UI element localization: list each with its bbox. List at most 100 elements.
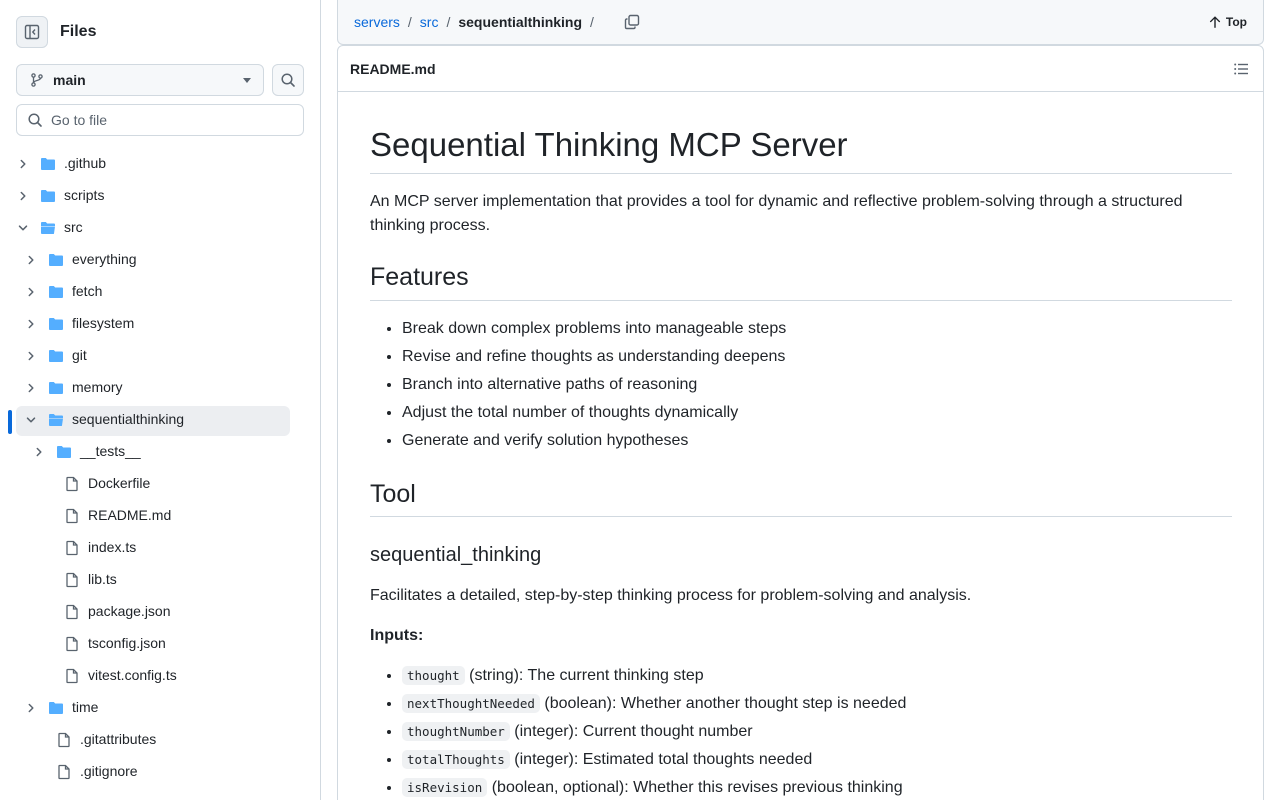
feature-item: Generate and verify solution hypotheses [402,429,1232,453]
chevron-right-icon[interactable] [32,445,46,459]
file-tree-sidebar: Files main .githubscriptssrceverythi [0,0,321,800]
tree-folder-item[interactable]: scripts [0,180,320,212]
folder-icon [48,252,64,268]
breadcrumb: servers / src / sequentialthinking / [354,14,602,30]
tree-folder-item[interactable]: memory [0,372,320,404]
tree-folder-item[interactable]: sequentialthinking [0,404,320,436]
breadcrumb-link-servers[interactable]: servers [354,14,400,30]
chevron-right-icon[interactable] [24,381,38,395]
input-item: thoughtNumber (integer): Current thought… [402,720,1232,744]
tree-item-label: filesystem [72,315,135,331]
input-item: totalThoughts (integer): Estimated total… [402,748,1232,772]
folder-icon [48,700,64,716]
breadcrumb-separator: / [590,14,594,30]
tree-folder-item[interactable]: .github [0,148,320,180]
tree-folder-item[interactable]: git [0,340,320,372]
chevron-right-icon[interactable] [16,157,30,171]
tree-file-item[interactable]: README.md [0,500,320,532]
input-code: totalThoughts [402,749,510,769]
path-header: servers / src / sequentialthinking / Top [337,0,1264,45]
tool-name-heading: sequential_thinking [370,543,542,566]
file-icon [64,604,80,620]
input-desc: (boolean): Whether another thought step … [539,694,907,712]
tree-folder-item[interactable]: fetch [0,276,320,308]
feature-item: Branch into alternative paths of reasoni… [402,373,1232,397]
chevron-down-icon[interactable] [24,413,38,427]
input-desc: (integer): Current thought number [509,722,753,740]
tree-folder-item[interactable]: src [0,212,320,244]
file-icon [56,764,72,780]
file-icon [56,732,72,748]
file-icon [64,668,80,684]
list-unordered-icon [1234,63,1248,74]
folder-icon [48,316,64,332]
input-code: isRevision [402,777,488,797]
tree-folder-item[interactable]: time [0,692,320,724]
tree-file-item[interactable]: lib.ts [0,564,320,596]
tree-item-label: sequentialthinking [72,411,185,427]
tree-item-label: git [72,347,87,363]
tree-file-item[interactable]: .gitignore [0,756,320,788]
branch-selector-button[interactable]: main [16,64,264,96]
file-tree: .github scripts src everything fetch filesyst… [0,148,320,788]
chevron-right-icon[interactable] [24,285,38,299]
input-code: nextThoughtNeeded [402,693,540,713]
tree-file-item[interactable]: vitest.config.ts [0,660,320,692]
tree-folder-item[interactable]: filesystem [0,308,320,340]
readme-intro: An MCP server implementation that provid… [370,193,1183,235]
copy-path-button[interactable] [622,12,642,32]
folder-open-icon [48,412,64,428]
inputs-list: thought (string): The current thinking s… [402,664,1232,800]
tree-item-label: tsconfig.json [88,635,166,651]
tree-item-label: README.md [88,507,172,523]
breadcrumb-current: sequentialthinking [458,14,583,30]
input-code: thoughtNumber [402,721,510,741]
readme-title: Sequential Thinking MCP Server [370,124,1232,175]
folder-icon [48,348,64,364]
input-item: nextThoughtNeeded (boolean): Whether ano… [402,692,1232,716]
chevron-right-icon[interactable] [16,189,30,203]
file-icon [64,572,80,588]
input-item: isRevision (boolean, optional): Whether … [402,776,1232,800]
tree-folder-item[interactable]: __tests__ [0,436,320,468]
features-heading: Features [370,262,1232,301]
tree-item-label: index.ts [88,539,137,555]
input-desc: (boolean, optional): Whether this revise… [487,778,903,796]
tree-file-item[interactable]: .gitattributes [0,724,320,756]
top-button-label: Top [1225,15,1247,29]
folder-icon [48,284,64,300]
go-to-file-field[interactable] [16,104,304,136]
branch-row: main [16,64,304,96]
main-content: servers / src / sequentialthinking / Top… [321,0,1280,800]
tree-file-item[interactable]: package.json [0,596,320,628]
input-item: thought (string): The current thinking s… [402,664,1232,688]
folder-icon [48,380,64,396]
tree-file-item[interactable]: index.ts [0,532,320,564]
tree-item-label: src [64,219,83,235]
chevron-down-icon[interactable] [16,221,30,235]
breadcrumb-link-src[interactable]: src [420,14,439,30]
arrow-up-icon [1209,16,1220,28]
outline-button[interactable] [1231,59,1251,79]
file-icon [64,636,80,652]
folder-icon [40,156,56,172]
breadcrumb-separator: / [407,14,412,30]
top-button[interactable]: Top [1208,15,1247,29]
folder-open-icon [40,220,56,236]
collapse-sidebar-button[interactable] [16,16,48,48]
tree-folder-item[interactable]: everything [0,244,320,276]
input-desc: (string): The current thinking step [464,666,704,684]
tree-file-item[interactable]: tsconfig.json [0,628,320,660]
input-desc: (integer): Estimated total thoughts need… [509,750,813,768]
tree-file-item[interactable]: Dockerfile [0,468,320,500]
search-button[interactable] [272,64,304,96]
go-to-file-input[interactable] [51,112,291,128]
features-list: Break down complex problems into managea… [402,317,1232,453]
chevron-right-icon[interactable] [24,317,38,331]
chevron-right-icon[interactable] [24,253,38,267]
chevron-right-icon[interactable] [24,701,38,715]
chevron-right-icon[interactable] [24,349,38,363]
tree-item-label: .gitignore [80,763,138,779]
branch-name: main [53,72,86,88]
sidebar-header: Files [16,16,96,48]
